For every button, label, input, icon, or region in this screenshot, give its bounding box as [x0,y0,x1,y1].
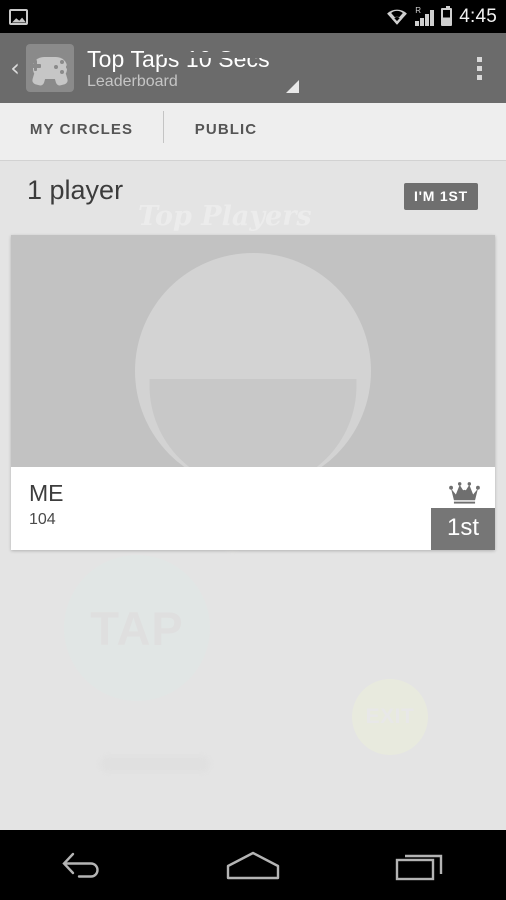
android-screen: R 4:45 ‹ Top Taps 10 Secs Leaderboard MY… [0,0,506,900]
avatar-shoulders [149,379,357,467]
nav-back-button[interactable] [29,830,139,900]
roaming-label: R [415,5,421,15]
action-bar: ‹ Top Taps 10 Secs Leaderboard [0,33,506,103]
leaderboard-content: Top Players TAP EXIT 1 player I'M 1ST ME… [0,161,506,830]
background-tap-label: TAP [90,601,184,655]
status-bar-system-icons: R 4:45 [386,5,497,28]
crown-icon [449,482,480,504]
im-first-badge[interactable]: I'M 1ST [403,183,478,210]
nav-home-button[interactable] [198,830,308,900]
player-count: 1 player [27,175,124,205]
tab-public[interactable]: PUBLIC [163,103,289,155]
tab-selection-indicator [163,52,289,58]
tab-bar: MY CIRCLES PUBLIC [0,103,506,161]
player-name: ME [29,480,64,506]
wifi-icon [387,9,408,25]
rank-badge: 1st [430,508,495,550]
home-icon [226,851,280,880]
background-tap-button: TAP [64,555,210,701]
nav-recents-button[interactable] [367,830,477,900]
status-bar-notifications [9,8,28,25]
dropdown-triangle-icon[interactable] [285,80,299,93]
image-icon [9,8,28,25]
status-bar: R 4:45 [0,0,506,33]
leaderboard-header: 1 player I'M 1ST [0,161,506,225]
player-card[interactable]: ME 104 1st [11,235,495,550]
navigation-bar [0,830,506,900]
page-subtitle: Leaderboard [87,72,178,90]
background-exit-button: EXIT [352,679,428,755]
tab-my-circles[interactable]: MY CIRCLES [0,103,163,155]
background-exit-label: EXIT [365,705,415,728]
roaming-signal-icon: R [415,5,435,26]
gamepad-icon[interactable] [26,44,74,92]
recents-icon [395,854,442,881]
page-title: Top Taps 10 Secs [87,45,270,72]
battery-icon [441,5,453,26]
up-back-icon[interactable]: ‹ [6,56,24,80]
clock: 4:45 [459,5,497,27]
avatar [11,235,495,467]
background-pill [100,756,210,772]
overflow-menu-icon[interactable] [466,56,496,80]
player-card-info: ME 104 1st [11,467,495,550]
player-score: 104 [29,511,56,528]
back-arrow-icon [62,852,100,878]
